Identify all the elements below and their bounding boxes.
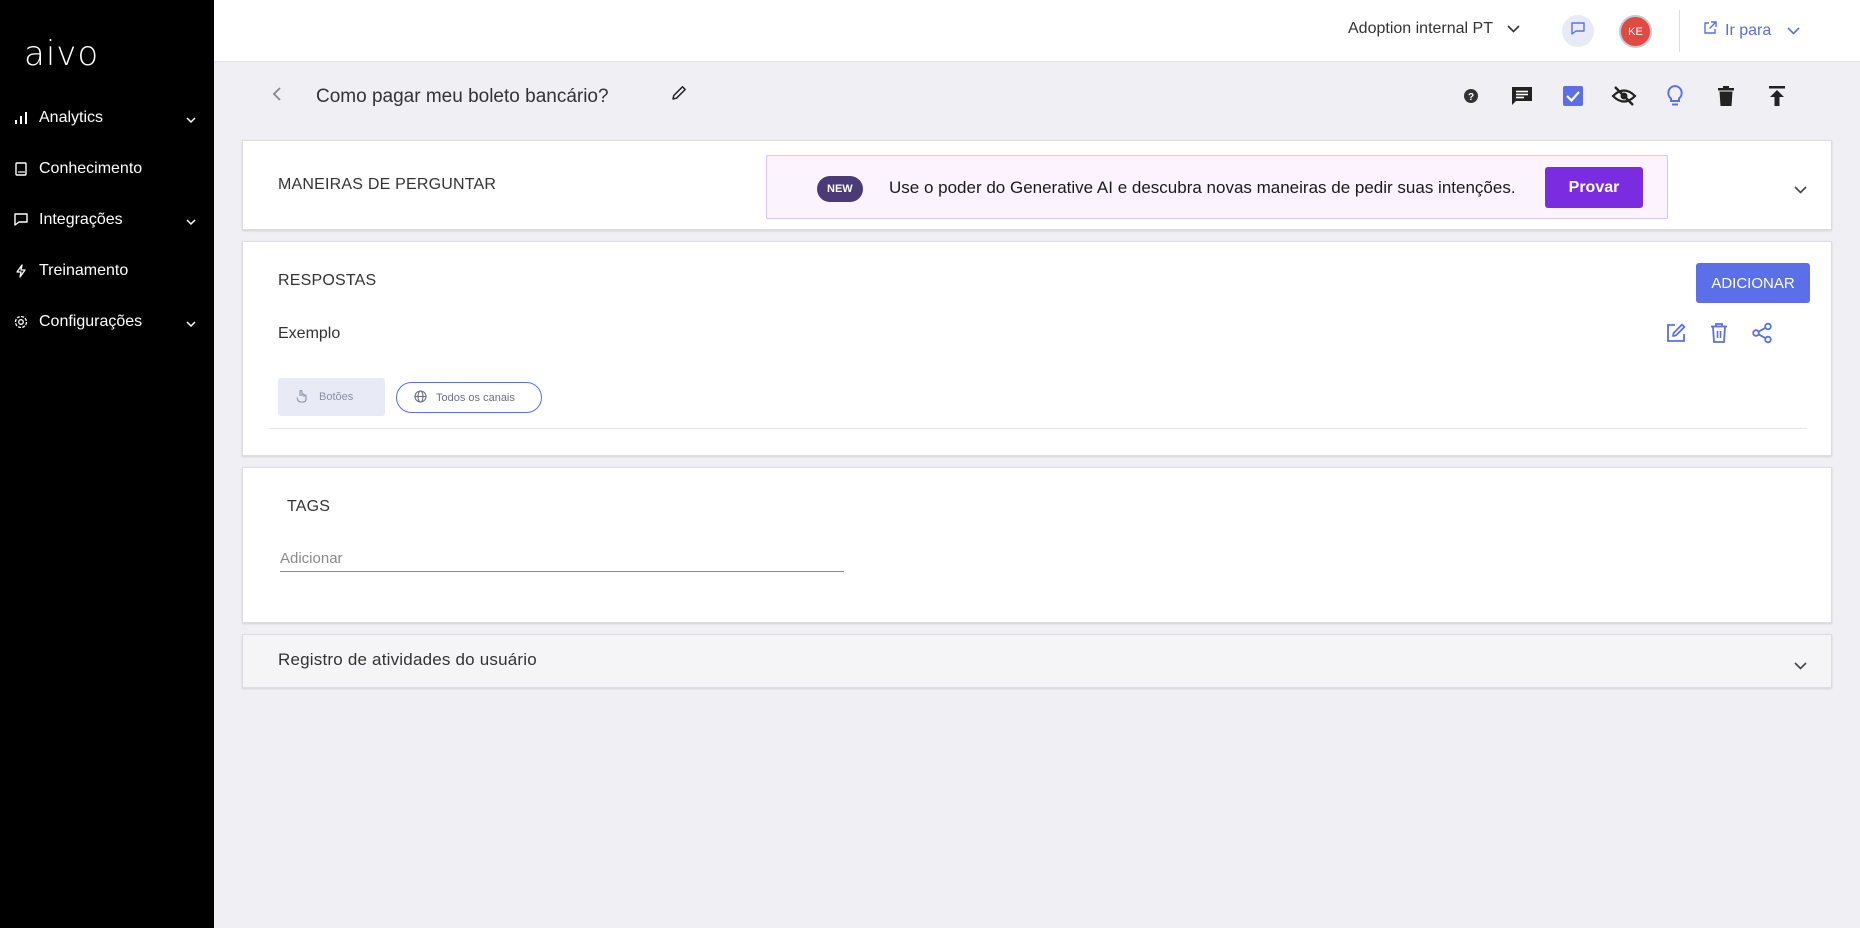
touch-icon <box>296 389 307 406</box>
chevron-down-icon <box>186 111 196 129</box>
sidebar-item-label: Analytics <box>39 108 104 126</box>
divider <box>269 428 1807 429</box>
messages-button[interactable] <box>1562 15 1594 47</box>
pencil-icon[interactable] <box>670 84 688 107</box>
divider <box>1679 10 1680 52</box>
section-title: Registro de atividades do usuário <box>278 650 537 669</box>
back-arrow-icon[interactable] <box>272 86 282 107</box>
banner-text: Use o poder do Generative AI e descubra … <box>889 178 1516 197</box>
globe-icon <box>414 389 427 406</box>
sidebar-nav: Analytics Conhecimento Integrações Trein… <box>0 92 214 347</box>
channels-chip[interactable]: Todos os canais <box>396 382 542 413</box>
avatar[interactable]: KE <box>1619 15 1652 48</box>
tags-input[interactable] <box>280 550 844 572</box>
chevron-down-icon <box>1787 22 1800 40</box>
sidebar-item-label: Configurações <box>39 312 143 330</box>
answer-label: Exemplo <box>278 325 341 342</box>
aivo-logo[interactable]: aivo <box>24 34 99 74</box>
workspace-name: Adoption internal PT <box>1348 20 1493 37</box>
edit-icon[interactable] <box>1665 322 1687 349</box>
intent-title-bar: Como pagar meu boleto bancário? ? <box>242 66 1832 126</box>
ways-to-ask-panel[interactable]: MANEIRAS DE PERGUNTAR NEW Use o poder do… <box>242 140 1832 230</box>
section-title: MANEIRAS DE PERGUNTAR <box>278 176 497 193</box>
section-title: RESPOSTAS <box>278 272 377 289</box>
bar-chart-icon <box>14 111 28 125</box>
trash-icon[interactable] <box>1700 80 1751 112</box>
lightbulb-icon[interactable] <box>1649 80 1700 112</box>
activity-log-panel[interactable]: Registro de atividades do usuário <box>242 634 1832 688</box>
sidebar-item-integracoes[interactable]: Integrações <box>0 194 214 245</box>
bolt-icon <box>14 263 28 278</box>
top-bar: Adoption internal PT KE Ir para <box>214 0 1860 62</box>
sidebar-item-label: Conhecimento <box>39 159 143 177</box>
answer-type-chip[interactable]: Botões <box>278 378 385 416</box>
chevron-down-icon[interactable] <box>1794 657 1807 675</box>
chevron-down-icon <box>186 213 196 231</box>
share-icon[interactable] <box>1751 322 1773 349</box>
chevron-down-icon <box>186 315 196 333</box>
sidebar-item-treinamento[interactable]: Treinamento <box>0 245 214 296</box>
try-button[interactable]: Provar <box>1545 167 1643 208</box>
sidebar: aivo Analytics Conhecimento Integrações <box>0 0 214 928</box>
sidebar-item-analytics[interactable]: Analytics <box>0 92 214 143</box>
tags-panel: TAGS <box>242 467 1832 623</box>
section-title: TAGS <box>287 498 331 515</box>
answer-actions <box>1665 322 1773 349</box>
goto-menu[interactable]: Ir para <box>1703 21 1800 40</box>
answers-panel: RESPOSTAS ADICIONAR Exemplo Botões Todos… <box>242 241 1832 456</box>
chat-bubble-icon <box>14 213 28 227</box>
new-badge: NEW <box>817 176 863 202</box>
help-icon[interactable]: ? <box>1445 80 1496 112</box>
publish-icon[interactable] <box>1751 80 1802 112</box>
goto-label: Ir para <box>1725 21 1772 39</box>
title-actions: ? <box>1445 80 1802 112</box>
visibility-off-icon[interactable] <box>1598 80 1649 112</box>
generative-ai-banner: NEW Use o poder do Generative AI e descu… <box>766 155 1668 219</box>
add-answer-button[interactable]: ADICIONAR <box>1696 263 1810 303</box>
svg-text:?: ? <box>1467 92 1473 103</box>
checkbox-icon[interactable] <box>1547 80 1598 112</box>
external-link-icon <box>1703 21 1717 40</box>
book-icon <box>14 161 28 176</box>
sidebar-item-label: Treinamento <box>39 261 129 279</box>
chevron-down-icon[interactable] <box>1794 181 1807 199</box>
page-title: Como pagar meu boleto bancário? <box>316 86 609 107</box>
sidebar-item-conhecimento[interactable]: Conhecimento <box>0 143 214 194</box>
chevron-down-icon <box>1507 20 1520 38</box>
chat-bubble-icon <box>1571 22 1585 40</box>
chip-label: Botões <box>319 391 354 403</box>
sidebar-item-label: Integrações <box>39 210 123 228</box>
gear-icon <box>14 315 28 329</box>
trash-icon[interactable] <box>1709 322 1729 349</box>
workspace-selector[interactable]: Adoption internal PT <box>1348 20 1520 38</box>
sidebar-item-configuracoes[interactable]: Configurações <box>0 296 214 347</box>
chip-label: Todos os canais <box>436 391 515 404</box>
comment-icon[interactable] <box>1496 80 1547 112</box>
